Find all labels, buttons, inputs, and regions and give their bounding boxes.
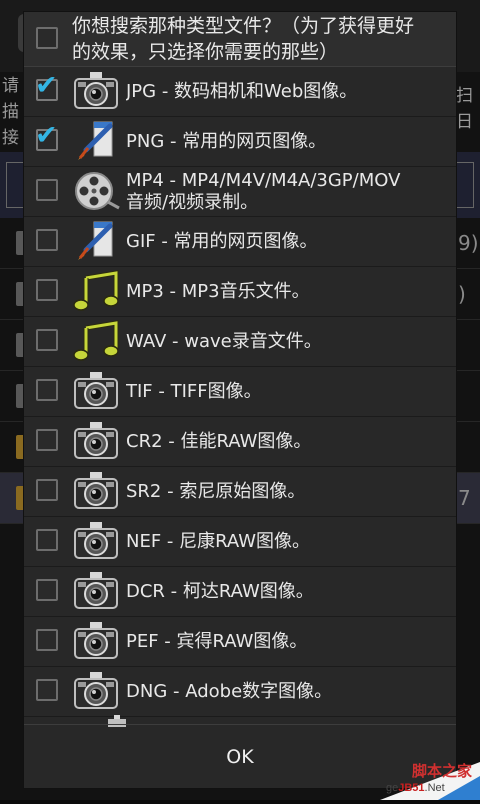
file-type-checkbox[interactable] (36, 379, 58, 401)
file-type-checkbox[interactable] (36, 579, 58, 601)
bg-text-fragment: 描 (2, 102, 19, 122)
file-type-checkbox[interactable]: ✔ (35, 121, 58, 151)
file-type-row[interactable]: MP4 - MP4/M4V/M4A/3GP/MOV 音频/视频录制。 (24, 167, 456, 217)
checkmark-icon: ✔ (35, 120, 58, 151)
file-type-row[interactable]: WAV - wave录音文件。 (24, 317, 456, 367)
file-type-checkbox[interactable] (36, 329, 58, 351)
file-type-checkbox[interactable] (36, 679, 58, 701)
bg-text-fragment: 扫 (456, 86, 473, 106)
file-type-row[interactable]: CR2 - 佳能RAW图像。 (24, 417, 456, 467)
camera-icon (72, 570, 120, 612)
watermark-name: 脚本之家 (412, 762, 473, 780)
file-type-list[interactable]: ✔ JPG - 数码相机和Web图像。 ✔ PNG - 常用的网页图像。 MP4 … (24, 67, 456, 717)
bg-text-fragment: 请 (2, 76, 19, 96)
file-type-row[interactable]: MP3 - MP3音乐文件。 (24, 267, 456, 317)
file-type-checkbox[interactable]: ✔ (35, 71, 58, 101)
file-type-label: GIF - 常用的网页图像。 (126, 230, 318, 252)
camera-icon (72, 620, 120, 662)
music-note-icon (72, 270, 120, 312)
file-type-label: JPG - 数码相机和Web图像。 (126, 80, 358, 102)
checkmark-icon: ✔ (35, 70, 58, 101)
file-type-label: PEF - 宾得RAW图像。 (126, 630, 308, 652)
file-type-row[interactable]: DCR - 柯达RAW图像。 (24, 567, 456, 617)
file-type-row[interactable]: GIF - 常用的网页图像。 (24, 217, 456, 267)
file-type-row[interactable]: ✔ JPG - 数码相机和Web图像。 (24, 67, 456, 117)
camera-icon (72, 420, 120, 462)
file-type-row[interactable]: PEF - 宾得RAW图像。 (24, 617, 456, 667)
file-type-checkbox[interactable] (36, 429, 58, 451)
file-type-checkbox[interactable] (36, 479, 58, 501)
camera-icon (72, 520, 120, 562)
file-type-label: DNG - Adobe数字图像。 (126, 680, 333, 702)
file-type-label: NEF - 尼康RAW图像。 (126, 530, 311, 552)
file-type-label: DCR - 柯达RAW图像。 (126, 580, 314, 602)
bg-text-fragment: 接 (2, 128, 19, 148)
dialog-title-line2: 的效果，只选择你需要的那些） (72, 41, 339, 63)
paint-brush-icon (72, 120, 120, 162)
file-type-label: PNG - 常用的网页图像。 (126, 130, 327, 152)
file-type-checkbox[interactable] (36, 279, 58, 301)
dialog-title: 你想搜索那种类型文件？（为了获得更好 的效果，只选择你需要的那些） (72, 13, 456, 65)
file-type-row[interactable]: NEF - 尼康RAW图像。 (24, 517, 456, 567)
file-type-row[interactable]: TIF - TIFF图像。 (24, 367, 456, 417)
camera-icon (72, 470, 120, 512)
file-type-checkbox[interactable] (36, 229, 58, 251)
file-type-label: WAV - wave录音文件。 (126, 330, 322, 352)
file-type-checkbox[interactable] (36, 179, 58, 201)
camera-icon (72, 670, 120, 712)
file-type-label: MP3 - MP3音乐文件。 (126, 280, 310, 302)
file-type-label: SR2 - 索尼原始图像。 (126, 480, 306, 502)
film-reel-icon (72, 170, 120, 212)
file-type-row[interactable]: ✔ PNG - 常用的网页图像。 (24, 117, 456, 167)
dialog-title-line1: 你想搜索那种类型文件？（为了获得更好 (72, 15, 415, 37)
file-type-label: MP4 - MP4/M4V/M4A/3GP/MOV 音频/视频录制。 (126, 169, 401, 213)
camera-icon (72, 70, 120, 112)
file-type-checkbox[interactable] (36, 529, 58, 551)
watermark-site: geJB51.Net (386, 782, 445, 794)
file-type-label: TIF - TIFF图像。 (126, 380, 262, 402)
music-note-icon (72, 320, 120, 362)
camera-icon (72, 370, 120, 412)
file-type-row[interactable]: SR2 - 索尼原始图像。 (24, 467, 456, 517)
dialog-header: 你想搜索那种类型文件？（为了获得更好 的效果，只选择你需要的那些） (24, 12, 456, 66)
file-type-checkbox[interactable] (36, 629, 58, 651)
camera-icon (108, 712, 126, 727)
select-all-checkbox[interactable] (36, 27, 58, 49)
paint-brush-icon (72, 220, 120, 262)
file-type-dialog: 你想搜索那种类型文件？（为了获得更好 的效果，只选择你需要的那些） ✔ JPG … (24, 12, 456, 788)
bg-text-fragment: 日 (456, 112, 473, 132)
file-type-label: CR2 - 佳能RAW图像。 (126, 430, 312, 452)
file-type-row[interactable]: DNG - Adobe数字图像。 (24, 667, 456, 717)
